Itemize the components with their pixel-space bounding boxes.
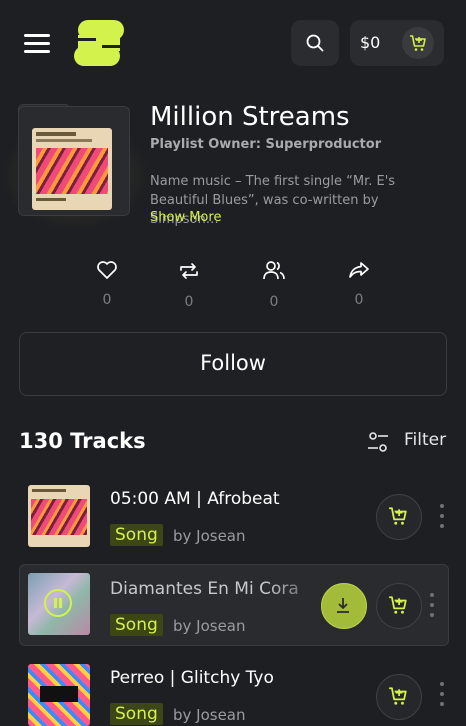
repost-icon	[180, 263, 198, 279]
like-stat[interactable]: 0	[87, 260, 127, 308]
title-fade	[268, 565, 328, 645]
track-artist[interactable]: by Josean	[173, 617, 246, 635]
users-icon	[263, 261, 285, 280]
search-icon	[306, 34, 324, 52]
filter-icon	[368, 432, 388, 452]
pause-icon[interactable]	[44, 589, 72, 617]
cart-amount: $0	[360, 33, 381, 52]
followers-count: 0	[269, 294, 279, 310]
filter-label: Filter	[404, 430, 447, 450]
track-row[interactable]: Perreo | Glitchy Tyo Song by Josean	[19, 660, 447, 726]
more-options-icon[interactable]	[440, 504, 446, 530]
repost-count: 0	[184, 294, 194, 310]
track-row-playing[interactable]: Diamantes En Mi Cora Song by Josean	[19, 564, 449, 646]
follow-label: Follow	[200, 351, 266, 375]
add-to-cart-button[interactable]	[376, 494, 422, 540]
heart-icon	[97, 261, 117, 279]
playlist-title: Million Streams	[150, 102, 350, 132]
playlist-owner: Playlist Owner: Superproductor	[150, 137, 382, 152]
share-stat[interactable]: 0	[339, 260, 379, 308]
cart-icon-wrap	[402, 27, 434, 59]
cart-plus-icon	[389, 687, 407, 705]
share-icon	[349, 262, 369, 278]
add-to-cart-button[interactable]	[376, 674, 422, 720]
search-button[interactable]	[291, 20, 339, 66]
track-type-badge: Song	[110, 614, 163, 636]
track-cover-image	[28, 485, 90, 547]
track-artist[interactable]: by Josean	[173, 527, 246, 545]
track-type-badge: Song	[110, 703, 163, 725]
cart-plus-icon	[389, 507, 407, 525]
share-count: 0	[354, 292, 364, 308]
follow-button[interactable]: Follow	[19, 332, 447, 396]
track-artist[interactable]: by Josean	[173, 706, 246, 724]
playlist-cover-image	[32, 128, 112, 210]
cart-button[interactable]: $0	[350, 20, 444, 66]
track-row[interactable]: 05:00 AM | Afrobeat Song by Josean	[19, 480, 447, 552]
download-button[interactable]	[321, 583, 367, 629]
tracks-count: 130 Tracks	[19, 429, 146, 453]
cart-plus-icon	[410, 35, 426, 51]
track-type-badge: Song	[110, 524, 163, 546]
add-to-cart-button[interactable]	[376, 583, 422, 629]
track-title[interactable]: 05:00 AM | Afrobeat	[110, 489, 280, 509]
s-logo-icon[interactable]	[74, 18, 124, 68]
like-count: 0	[102, 292, 112, 308]
more-options-icon[interactable]	[430, 593, 436, 619]
cart-plus-icon	[389, 596, 407, 614]
hamburger-icon[interactable]	[24, 34, 50, 54]
track-cover-image	[28, 573, 90, 635]
show-more-link[interactable]: Show More	[150, 210, 221, 225]
followers-stat[interactable]: 0	[254, 260, 294, 310]
download-icon	[337, 598, 349, 613]
track-title[interactable]: Perreo | Glitchy Tyo	[110, 668, 274, 688]
more-options-icon[interactable]	[440, 682, 446, 708]
repost-stat[interactable]: 0	[169, 260, 209, 310]
track-cover-image	[28, 664, 90, 726]
